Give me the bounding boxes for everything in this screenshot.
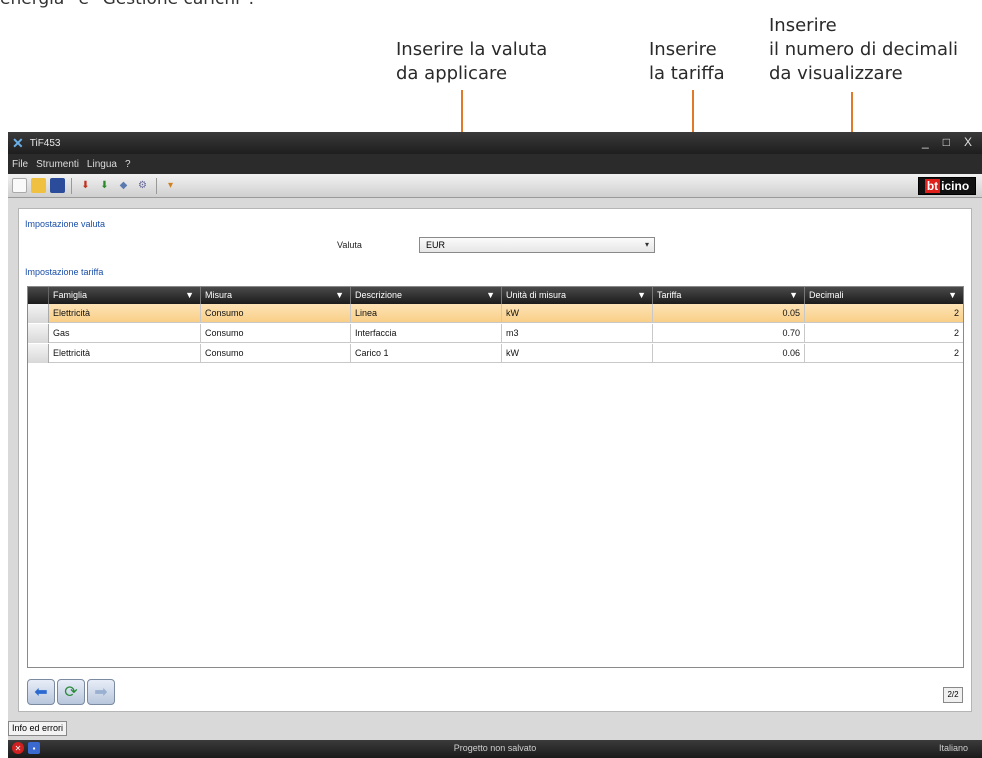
grid-header: Famiglia ▼ Misura ▼ Descrizione ▼ Unità di … bbox=[28, 287, 963, 304]
cell-misura[interactable]: Consumo bbox=[201, 344, 351, 363]
app-window: ✕ TiF453 _ □ X File Strumenti Lingua ? ⬇… bbox=[8, 132, 982, 758]
header-row-selector bbox=[28, 287, 49, 304]
table-row[interactable]: Gas Consumo Interfaccia m3 0.70 2 bbox=[28, 324, 963, 343]
cell-decimali[interactable]: 2 bbox=[805, 304, 963, 323]
cell-descrizione[interactable]: Interfaccia bbox=[351, 324, 502, 343]
cell-misura[interactable]: Consumo bbox=[201, 324, 351, 343]
window-controls: _ □ X bbox=[922, 135, 972, 149]
callout-tariffa: Inserire la tariffa bbox=[649, 39, 725, 84]
menu-lingua[interactable]: Lingua bbox=[87, 159, 117, 170]
arrow-left-icon: ⬅ bbox=[34, 684, 48, 701]
cell-decimali[interactable]: 2 bbox=[805, 324, 963, 343]
refresh-icon: ⟳ bbox=[64, 684, 78, 701]
toolbar-separator bbox=[156, 177, 157, 194]
callout-valuta: Inserire la valuta da applicare bbox=[396, 39, 548, 84]
column-label: Misura bbox=[205, 290, 233, 300]
cell-famiglia[interactable]: Elettricità bbox=[49, 344, 201, 363]
maximize-button[interactable]: □ bbox=[943, 135, 950, 149]
menu-file[interactable]: File bbox=[12, 159, 28, 170]
navigation-buttons: ⬅ ⟳ ➡ bbox=[27, 679, 115, 705]
cell-descrizione[interactable]: Carico 1 bbox=[351, 344, 502, 363]
column-header-descrizione[interactable]: Descrizione ▼ bbox=[351, 287, 502, 304]
menu-bar: File Strumenti Lingua ? bbox=[8, 154, 982, 174]
toolbar: ⬇ ⬇ ◆ ⚙ ▾ bt icino bbox=[8, 174, 982, 198]
column-label: Tariffa bbox=[657, 290, 682, 300]
chevron-down-icon: ▾ bbox=[644, 240, 649, 249]
device-icon[interactable]: ◆ bbox=[116, 178, 131, 193]
settings-icon[interactable]: ⚙ bbox=[135, 178, 150, 193]
valuta-select[interactable]: EUR ▾ bbox=[419, 237, 655, 253]
window-title: TiF453 bbox=[29, 137, 61, 149]
valuta-section-title: Impostazione valuta bbox=[25, 219, 106, 229]
row-selector[interactable] bbox=[28, 344, 49, 363]
minimize-button[interactable]: _ bbox=[922, 135, 929, 149]
arrow-right-icon: ➡ bbox=[94, 684, 108, 701]
filter-icon[interactable]: ▼ bbox=[948, 287, 957, 304]
valuta-selected-value: EUR bbox=[426, 240, 446, 250]
save-icon[interactable] bbox=[50, 178, 65, 193]
status-text: Progetto non salvato bbox=[453, 743, 537, 753]
cell-unita[interactable]: kW bbox=[502, 304, 653, 323]
status-language[interactable]: Italiano bbox=[939, 743, 968, 753]
filter-icon[interactable]: ▼ bbox=[486, 287, 495, 304]
column-label: Famiglia bbox=[53, 290, 88, 300]
column-header-tariffa[interactable]: Tariffa ▼ bbox=[653, 287, 805, 304]
close-button[interactable]: X bbox=[964, 135, 972, 149]
send-icon[interactable]: ⬇ bbox=[78, 178, 93, 193]
menu-strumenti[interactable]: Strumenti bbox=[36, 159, 79, 170]
brand-part-2: icino bbox=[941, 179, 970, 193]
tariff-grid: Famiglia ▼ Misura ▼ Descrizione ▼ Unità di … bbox=[27, 286, 964, 668]
cell-tariffa[interactable]: 0.06 bbox=[653, 344, 805, 363]
valuta-label: Valuta bbox=[337, 240, 362, 250]
table-row[interactable]: Elettricità Consumo Carico 1 kW 0.06 2 bbox=[28, 344, 963, 363]
cell-misura[interactable]: Consumo bbox=[201, 304, 351, 323]
column-header-famiglia[interactable]: Famiglia ▼ bbox=[49, 287, 201, 304]
brand-part-1: bt bbox=[924, 179, 941, 193]
receive-icon[interactable]: ⬇ bbox=[97, 178, 112, 193]
status-bar: ✕ ▪ Progetto non salvato Italiano bbox=[8, 740, 982, 758]
filter-icon[interactable]: ▼ bbox=[789, 287, 798, 304]
bticino-logo: bt icino bbox=[918, 177, 976, 195]
column-label: Unità di misura bbox=[506, 290, 567, 300]
cell-tariffa[interactable]: 0.05 bbox=[653, 304, 805, 323]
callout-decimali: Inserire il numero di decimali da visual… bbox=[769, 15, 958, 84]
title-bar: ✕ TiF453 _ □ X bbox=[8, 132, 982, 154]
filter-icon[interactable]: ▼ bbox=[637, 287, 646, 304]
filter-icon[interactable]: ▼ bbox=[185, 287, 194, 304]
column-header-misura[interactable]: Misura ▼ bbox=[201, 287, 351, 304]
cell-tariffa[interactable]: 0.70 bbox=[653, 324, 805, 343]
refresh-button[interactable]: ⟳ bbox=[57, 679, 85, 705]
tariffa-section-title: Impostazione tariffa bbox=[25, 267, 104, 277]
column-label: Decimali bbox=[809, 290, 844, 300]
plugin-dropdown-icon[interactable]: ▾ bbox=[163, 178, 178, 193]
main-panel: Impostazione valuta Valuta EUR ▾ Imposta… bbox=[18, 208, 972, 712]
filter-icon[interactable]: ▼ bbox=[335, 287, 344, 304]
cell-decimali[interactable]: 2 bbox=[805, 344, 963, 363]
column-header-decimali[interactable]: Decimali ▼ bbox=[805, 287, 963, 304]
page-top-text: energia” e “Gestione carichi”. bbox=[0, 0, 254, 8]
back-button[interactable]: ⬅ bbox=[27, 679, 55, 705]
errors-info-button[interactable]: Info ed errori bbox=[8, 721, 68, 736]
forward-button[interactable]: ➡ bbox=[87, 679, 115, 705]
cell-unita[interactable]: m3 bbox=[502, 324, 653, 343]
menu-help[interactable]: ? bbox=[125, 159, 131, 170]
cell-descrizione[interactable]: Linea bbox=[351, 304, 502, 323]
cell-famiglia[interactable]: Gas bbox=[49, 324, 201, 343]
cell-unita[interactable]: kW bbox=[502, 344, 653, 363]
column-label: Descrizione bbox=[355, 290, 403, 300]
row-selector[interactable] bbox=[28, 304, 49, 323]
app-logo-icon: ✕ bbox=[12, 134, 24, 151]
column-header-unita[interactable]: Unità di misura ▼ bbox=[502, 287, 653, 304]
new-file-icon[interactable] bbox=[12, 178, 27, 193]
page-indicator: 2/2 bbox=[943, 687, 963, 703]
row-selector[interactable] bbox=[28, 324, 49, 343]
table-row[interactable]: Elettricità Consumo Linea kW 0.05 2 bbox=[28, 304, 963, 323]
cell-famiglia[interactable]: Elettricità bbox=[49, 304, 201, 323]
toolbar-separator bbox=[71, 177, 72, 194]
open-folder-icon[interactable] bbox=[31, 178, 46, 193]
